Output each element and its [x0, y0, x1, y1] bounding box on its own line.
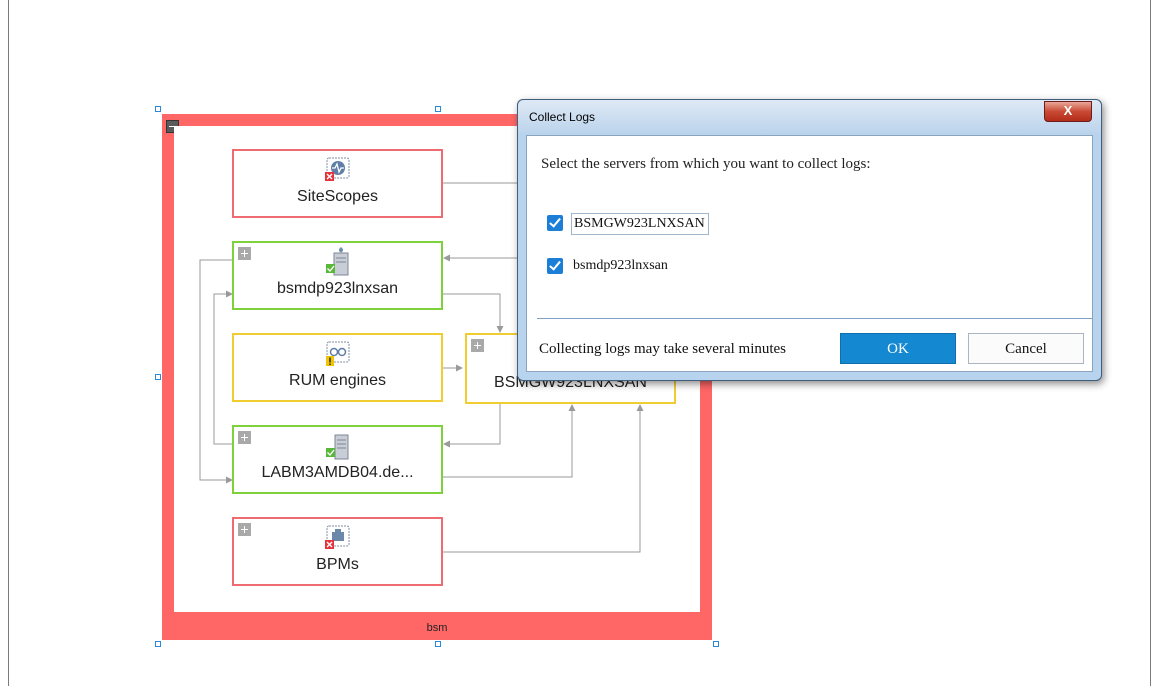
cancel-button[interactable]: Cancel	[968, 333, 1084, 364]
dialog-body: Select the servers from which you want t…	[526, 135, 1093, 372]
connector-db-to-gw	[443, 404, 576, 478]
connector-gw-to-db	[443, 404, 501, 448]
close-icon: X	[1063, 103, 1073, 118]
expand-node-button[interactable]	[471, 339, 484, 352]
node-label: SiteScopes	[297, 188, 378, 205]
server-checkbox[interactable]	[547, 258, 563, 274]
node-label: RUM engines	[289, 372, 386, 389]
expand-node-button[interactable]	[238, 431, 251, 444]
node-label: LABM3AMDB04.de...	[261, 464, 414, 481]
server-checkbox[interactable]	[547, 215, 563, 231]
connector-loop-inner	[213, 290, 233, 445]
bpm-agent-icon	[322, 523, 354, 553]
server-tower-icon	[322, 247, 354, 277]
node-rum-engines[interactable]: RUM engines	[232, 333, 443, 402]
rum-engine-icon	[322, 339, 354, 369]
dialog-title: Collect Logs	[529, 110, 596, 124]
node-labm3amdb04[interactable]: LABM3AMDB04.de...	[232, 425, 443, 494]
expand-node-button[interactable]	[238, 523, 251, 536]
connector-loop-outer	[199, 259, 233, 484]
collect-logs-dialog[interactable]: Collect Logs X Select the servers from w…	[517, 99, 1102, 381]
connector-bsmdp-to-gw	[443, 293, 504, 333]
server-label[interactable]: bsmdp923lnxsan	[571, 256, 671, 276]
dialog-prompt: Select the servers from which you want t…	[541, 156, 871, 172]
server-label[interactable]: BSMGW923LNXSAN	[571, 213, 709, 235]
close-button[interactable]: X	[1044, 101, 1092, 122]
expand-node-button[interactable]	[238, 247, 251, 260]
sitescope-monitor-icon	[322, 155, 354, 185]
ok-button[interactable]: OK	[840, 333, 956, 364]
connector-bpm-to-gw	[443, 404, 644, 553]
dialog-separator	[537, 318, 1092, 319]
node-bsmdp923lnxsan[interactable]: bsmdp923lnxsan	[232, 241, 443, 310]
dialog-titlebar[interactable]: Collect Logs X	[518, 100, 1101, 133]
node-bpms[interactable]: BPMs	[232, 517, 443, 586]
node-label: bsmdp923lnxsan	[277, 280, 398, 297]
database-server-icon	[322, 431, 354, 461]
footer-note: Collecting logs may take several minutes	[539, 341, 787, 357]
node-label: BPMs	[316, 556, 359, 573]
node-sitescopes[interactable]: SiteScopes	[232, 149, 443, 218]
